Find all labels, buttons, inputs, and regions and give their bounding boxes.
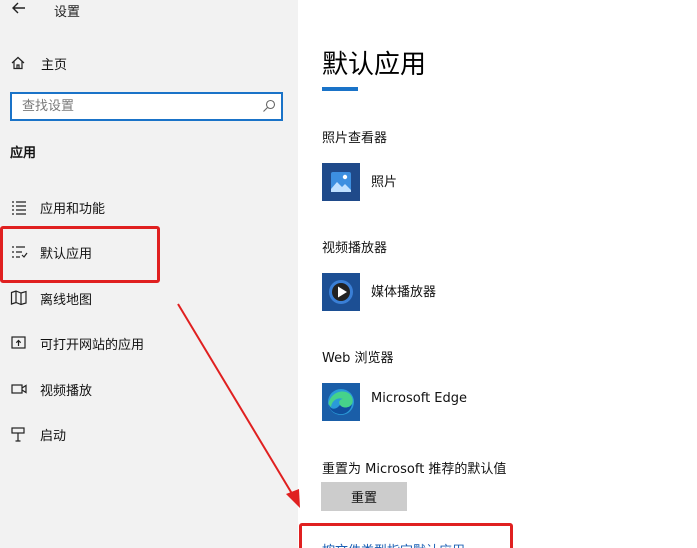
sidebar-item-label: 可打开网站的应用 [40,338,145,353]
sidebar-item-label: 主页 [41,58,68,73]
startup-icon [11,427,25,442]
title-bar: 设置 [0,0,298,20]
sidebar-item-home[interactable]: 主页 [0,50,298,78]
app-name: 媒体播放器 [371,285,437,300]
sidebar-item-default-apps[interactable]: 默认应用 [0,236,298,268]
app-name: 照片 [371,175,398,190]
sidebar-item-video-playback[interactable]: 视频播放 [0,373,298,405]
sidebar: 设置 主页 应用 应用和功能 默认应 [0,0,298,548]
sidebar-item-apps-for-websites[interactable]: 可打开网站的应用 [0,327,298,359]
edge-icon [322,383,360,421]
default-apps-icon [12,246,28,258]
window-title: 设置 [54,5,81,20]
choose-default-apps-by-file-type-link[interactable]: 按文件类型指定默认应用 [322,540,465,548]
sidebar-item-label: 应用和功能 [40,202,106,217]
title-accent-bar [322,87,358,91]
sidebar-item-label: 视频播放 [40,384,93,399]
category-label: Web 浏览器 [322,351,394,366]
sidebar-item-startup[interactable]: 启动 [0,418,298,450]
apps-features-icon [12,201,26,215]
media-player-icon [322,273,360,311]
offline-maps-icon [10,290,27,306]
reset-label: 重置为 Microsoft 推荐的默认值 [322,462,507,477]
sidebar-item-apps-features[interactable]: 应用和功能 [0,191,298,223]
page-title: 默认应用 [322,50,427,80]
back-arrow-icon [12,2,25,14]
reset-button[interactable]: 重置 [321,482,407,511]
search-icon[interactable] [261,98,277,114]
sidebar-item-label: 离线地图 [40,293,93,308]
section-heading: 应用 [10,146,37,161]
photo-viewer-app-button[interactable]: 照片 [322,163,682,203]
video-playback-icon [11,384,27,394]
web-browser-app-button[interactable]: Microsoft Edge [322,383,682,423]
category-label: 照片查看器 [322,131,388,146]
video-player-app-button[interactable]: 媒体播放器 [322,273,682,313]
sidebar-item-offline-maps[interactable]: 离线地图 [0,282,298,314]
app-name: Microsoft Edge [371,391,468,406]
sidebar-item-label: 默认应用 [40,247,93,262]
main-panel: 默认应用 照片查看器 照片 视频播放器 媒体播放器 Web 浏览器 Micros… [298,0,697,548]
search-input[interactable] [12,94,252,119]
category-label: 视频播放器 [322,241,388,256]
apps-for-websites-icon [11,336,26,349]
sidebar-item-label: 启动 [40,429,67,444]
search-box[interactable] [10,92,283,121]
home-icon [11,56,25,70]
back-button[interactable] [8,0,30,18]
photos-app-icon [322,163,360,201]
